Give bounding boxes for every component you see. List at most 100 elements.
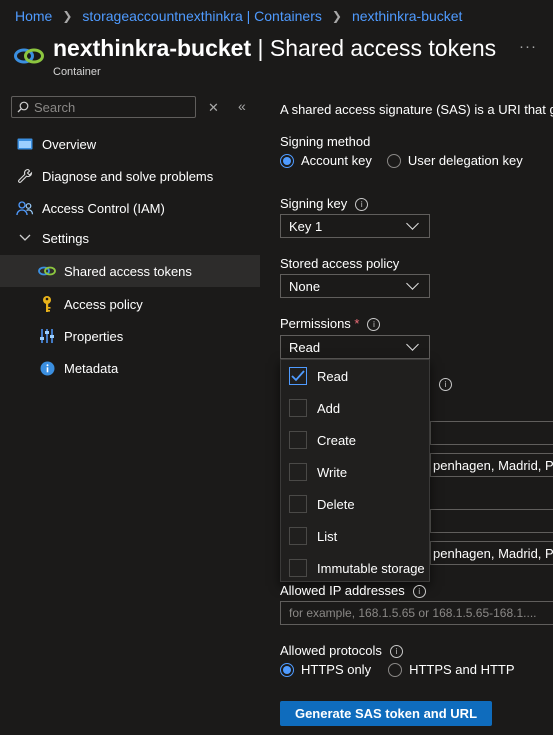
radio-account-key[interactable] <box>280 153 294 168</box>
allowed-ip-label: Allowed IP addresses i <box>280 583 426 598</box>
radio-https-and-http[interactable] <box>388 662 403 677</box>
overview-icon <box>16 135 34 153</box>
sidebar-item-metadata[interactable]: Metadata <box>0 352 260 384</box>
sidebar-item-access-policy[interactable]: Access policy <box>0 288 260 320</box>
input-placeholder: for example, 168.1.5.65 or 168.1.5.65-16… <box>289 606 537 620</box>
sidebar-search[interactable] <box>11 96 196 118</box>
people-icon <box>16 199 34 217</box>
checkbox[interactable] <box>289 527 307 545</box>
wrench-icon <box>16 167 34 185</box>
page-title: nexthinkra-bucket | Shared access tokens <box>53 35 496 62</box>
sidebar-item-shared-access-tokens[interactable]: Shared access tokens <box>0 255 260 287</box>
collapse-sidebar-icon[interactable]: « <box>238 98 246 114</box>
sidebar-item-label: Access policy <box>64 296 143 312</box>
info-icon[interactable]: i <box>412 585 426 598</box>
allowed-protocols-label: Allowed protocols i <box>280 643 403 658</box>
radio-label: User delegation key <box>407 153 523 168</box>
checkbox[interactable] <box>289 367 307 385</box>
radio-label: HTTPS only <box>301 662 372 677</box>
chevron-down-icon <box>406 277 419 290</box>
checkbox[interactable] <box>289 559 307 577</box>
checkbox[interactable] <box>289 495 307 513</box>
chevron-right-icon: ❯ <box>331 9 342 23</box>
select-value: penhagen, Madrid, Pa <box>433 545 553 561</box>
expiry-date-field[interactable] <box>430 509 553 533</box>
permission-option-read[interactable]: Read <box>289 366 348 386</box>
info-icon[interactable]: i <box>389 645 403 658</box>
permission-option-add[interactable]: Add <box>289 398 340 418</box>
option-label: List <box>317 528 338 544</box>
permission-option-list[interactable]: List <box>289 526 337 546</box>
link-icon <box>38 262 56 280</box>
chevron-down-icon <box>406 338 419 351</box>
info-icon[interactable]: i <box>367 318 381 331</box>
permission-option-write[interactable]: Write <box>289 462 347 482</box>
select-value: Read <box>289 339 321 355</box>
sidebar-item-label: Overview <box>42 136 97 152</box>
sidebar-item-label: Properties <box>64 328 124 344</box>
sidebar-item-diagnose[interactable]: Diagnose and solve problems <box>0 160 260 192</box>
option-label: Add <box>317 400 341 416</box>
allowed-protocols-options: HTTPS only HTTPS and HTTP <box>280 662 515 677</box>
stored-access-policy-label: Stored access policy <box>280 256 400 271</box>
info-icon[interactable]: i <box>355 198 369 211</box>
breadcrumb: Home ❯ storageaccountnexthinkra | Contai… <box>15 7 462 25</box>
resource-type-label: Container <box>53 66 101 78</box>
radio-label: HTTPS and HTTP <box>409 662 515 677</box>
signing-key-select[interactable]: Key 1 <box>280 214 430 238</box>
section-title: Shared access tokens <box>269 35 497 61</box>
sidebar-group-settings[interactable]: Settings <box>0 222 260 254</box>
checkbox[interactable] <box>289 399 307 417</box>
sliders-icon <box>38 327 56 345</box>
option-label: Read <box>317 368 349 384</box>
select-value: None <box>289 278 321 294</box>
shared-access-link-icon <box>14 48 44 64</box>
permissions-label: Permissions * i <box>280 316 381 331</box>
sidebar-item-label: Access Control (IAM) <box>42 200 165 216</box>
permissions-dropdown: Read Add Create Write Delete List Immuta… <box>280 359 430 582</box>
option-label: Delete <box>317 496 355 512</box>
chevron-right-icon: ❯ <box>62 9 73 23</box>
close-icon[interactable]: ✕ <box>208 100 219 116</box>
sidebar-item-overview[interactable]: Overview <box>0 128 260 160</box>
permission-option-delete[interactable]: Delete <box>289 494 355 514</box>
option-label: Create <box>317 432 357 448</box>
breadcrumb-home-link[interactable]: Home <box>15 8 52 24</box>
info-icon <box>38 359 56 377</box>
stored-access-policy-select[interactable]: None <box>280 274 430 298</box>
sidebar-item-label: Shared access tokens <box>64 263 192 279</box>
start-timezone-select[interactable]: penhagen, Madrid, Pa <box>430 453 553 477</box>
expiry-timezone-select[interactable]: penhagen, Madrid, Pa <box>430 541 553 565</box>
sidebar-search-input[interactable] <box>34 99 184 115</box>
label-text: Permissions <box>280 316 351 331</box>
permission-option-create[interactable]: Create <box>289 430 356 450</box>
permission-option-immutable-storage[interactable]: Immutable storage <box>289 558 425 578</box>
required-mark: * <box>354 316 360 331</box>
sidebar-item-label: Metadata <box>64 360 119 376</box>
title-separator: | <box>257 35 264 61</box>
start-date-field[interactable] <box>430 421 553 445</box>
option-label: Immutable storage <box>317 560 425 576</box>
radio-user-delegation-key[interactable] <box>386 153 401 168</box>
permissions-select[interactable]: Read <box>280 335 430 359</box>
select-value: Key 1 <box>289 218 323 234</box>
sidebar-item-access-control[interactable]: Access Control (IAM) <box>0 192 260 224</box>
signing-method-options: Account key User delegation key <box>280 153 523 168</box>
sidebar-item-label: Diagnose and solve problems <box>42 168 214 184</box>
radio-https-only[interactable] <box>280 662 294 677</box>
sidebar-item-label: Settings <box>42 230 89 246</box>
label-text: Signing key <box>280 196 348 211</box>
checkbox[interactable] <box>289 463 307 481</box>
generate-sas-button[interactable]: Generate SAS token and URL <box>280 701 492 726</box>
breadcrumb-storage-account-link[interactable]: storageaccountnexthinkra | Containers <box>82 8 321 24</box>
allowed-ip-input[interactable]: for example, 168.1.5.65 or 168.1.5.65-16… <box>280 601 553 625</box>
more-options-icon[interactable]: ··· <box>519 38 537 55</box>
label-text: Allowed protocols <box>280 643 382 658</box>
option-label: Write <box>317 464 348 480</box>
info-icon[interactable]: i <box>439 378 452 391</box>
sidebar-item-properties[interactable]: Properties <box>0 320 260 352</box>
breadcrumb-container-link[interactable]: nexthinkra-bucket <box>352 8 463 24</box>
select-value: penhagen, Madrid, Pa <box>433 457 553 473</box>
checkbox[interactable] <box>289 431 307 449</box>
signing-method-label: Signing method <box>280 134 371 149</box>
